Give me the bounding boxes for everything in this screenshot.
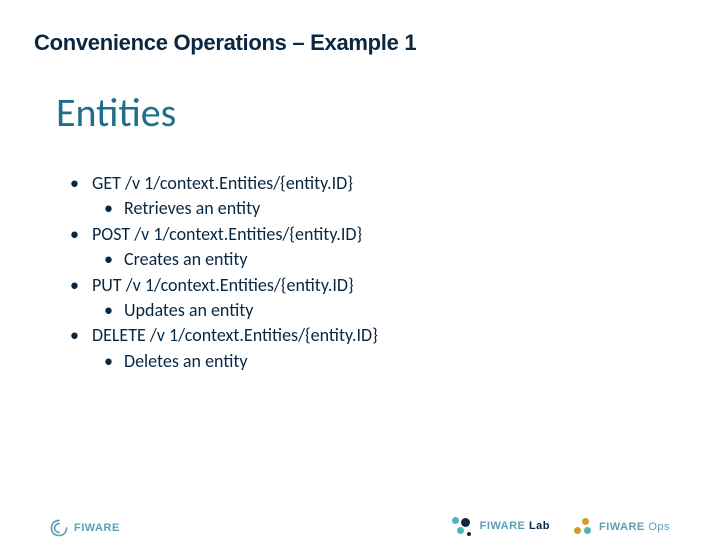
footer: FIWARE FIWARE Lab FIWARE Ops (0, 499, 720, 539)
bullet-l2: Updates an entity (100, 299, 378, 322)
fiware-ops-logo: FIWARE Ops (573, 517, 670, 537)
bullet-l2: Deletes an entity (100, 350, 378, 373)
ops-text: Ops (648, 521, 670, 533)
bullet-l2: Creates an entity (100, 248, 378, 271)
slide-title: Convenience Operations – Example 1 (34, 30, 416, 56)
swirl-icon (50, 519, 68, 537)
bullet-l2: Retrieves an entity (100, 197, 378, 220)
fiware-lab-text: FIWARE Lab (480, 520, 550, 532)
ops-icon (573, 517, 593, 537)
fiware-ops-text: FIWARE Ops (599, 521, 670, 533)
dots-icon (452, 515, 474, 537)
lab-text: Lab (529, 520, 550, 532)
fiware-brand-text: FIWARE (74, 522, 120, 534)
bullet-l1: PUT /v 1/context.Entities/{entity.ID} (68, 274, 378, 297)
fiware-logo: FIWARE (50, 519, 120, 537)
bullet-list: GET /v 1/context.Entities/{entity.ID} Re… (68, 172, 378, 375)
section-title: Entities (56, 88, 176, 137)
fiware-brand-text: FIWARE (599, 521, 645, 533)
bullet-l1: GET /v 1/context.Entities/{entity.ID} (68, 172, 378, 195)
fiware-lab-logo: FIWARE Lab (452, 515, 550, 537)
bullet-l1: POST /v 1/context.Entities/{entity.ID} (68, 223, 378, 246)
bullet-l1: DELETE /v 1/context.Entities/{entity.ID} (68, 324, 378, 347)
fiware-brand-text: FIWARE (480, 520, 526, 532)
